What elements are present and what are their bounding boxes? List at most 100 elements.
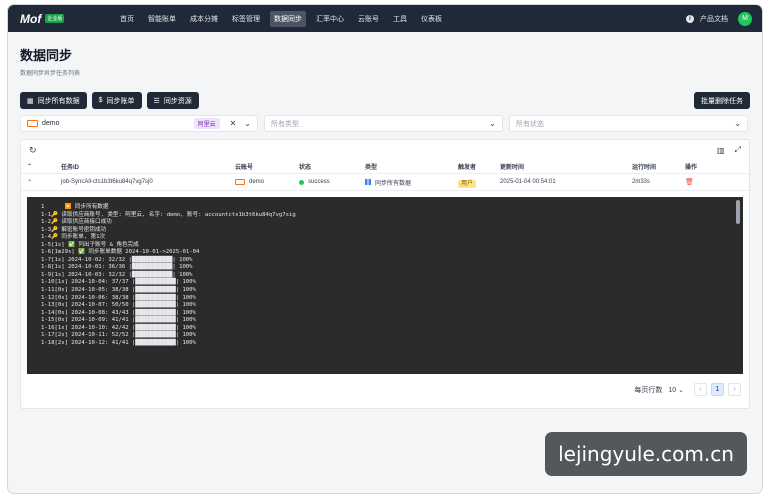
log-console[interactable]: 1 ▶️ 同步所有数据 1-1🔑 读取供应商账号, 类型: 阿里云, 名字: de… [27, 197, 743, 374]
nav-item-tools[interactable]: 工具 [389, 11, 411, 27]
row-type-text: 同步所有数据 [375, 180, 412, 187]
log-panel: 1 ▶️ 同步所有数据 1-1🔑 读取供应商账号, 类型: 阿里云, 名字: de… [21, 191, 749, 374]
header-cloud-account[interactable]: 云账号 [235, 162, 299, 171]
log-line: 1-10[1s] 2024-10-04: 37/37 |████████████… [41, 279, 196, 286]
row-status-text: success [308, 179, 330, 185]
table-toolbar: ↻ ▥ ⤢ [21, 140, 749, 160]
header-trigger[interactable]: 触发者 [458, 162, 500, 171]
nav-item-cloud-account[interactable]: 云账号 [354, 11, 383, 27]
action-toolbar: ▦ 同步所有数据 $ 同步账单 ☰ 同步资源 批量删除任务 [20, 92, 750, 109]
row-account-name: demo [249, 179, 265, 185]
chevron-down-icon: ⌄ [489, 119, 496, 128]
row-status: success [299, 179, 365, 185]
task-id: job-SyncAll-cts1b3t6ku84q7vg7sj0 [61, 179, 153, 185]
log-line: 1-3🔑 解密账号密钥成功 [41, 226, 107, 233]
page-title: 数据同步 [20, 48, 73, 63]
log-line: 1-13[0s] 2024-10-07: 50/50 |████████████… [41, 302, 196, 309]
info-icon[interactable]: i [686, 14, 694, 23]
site-watermark: lejingyule.com.cn [545, 432, 747, 476]
log-line: 1-12[0s] 2024-10-06: 38/38 |████████████… [41, 294, 196, 301]
trigger-badge: 用户 [458, 179, 477, 188]
header-status[interactable]: 状态 [299, 162, 365, 171]
sync-all-label: 同步所有数据 [37, 97, 80, 105]
grid-icon [365, 179, 371, 185]
logo-text: Mof [20, 11, 42, 26]
account-filter-value: demo [42, 120, 60, 127]
prev-page-button[interactable]: ‹ [694, 383, 707, 396]
task-table-card: ↻ ▥ ⤢ ⌃ 任务ID 云账号 状态 类型 触发者 更新时间 运行时间 操作 … [20, 139, 750, 409]
cloud-account-icon [235, 179, 245, 185]
log-line: 1-18[2s] 2024-10-12: 41/41 |████████████… [41, 339, 196, 346]
clear-icon[interactable]: ✕ [230, 119, 237, 128]
row-type: 同步所有数据 [365, 178, 458, 187]
cloud-account-icon [27, 120, 38, 127]
nav-item-smart-bill[interactable]: 智能账单 [144, 11, 180, 27]
header-task-id[interactable]: 任务ID [61, 162, 235, 171]
log-line: 1-6[1m29s] ✅ 同步账单数据 2024-10-01->2025-01-… [41, 249, 200, 256]
header-type[interactable]: 类型 [365, 162, 458, 171]
chevron-down-icon: ⌄ [678, 386, 684, 394]
type-filter[interactable]: 所有类型 ⌄ [264, 115, 503, 132]
header-actions: 操作 [685, 165, 698, 171]
table-header: ⌃ 任务ID 云账号 状态 类型 触发者 更新时间 运行时间 操作 [21, 160, 749, 174]
nav-item-exchange-rate[interactable]: 汇率中心 [312, 11, 348, 27]
row-trigger: 用户 [458, 178, 500, 188]
account-filter[interactable]: demo 阿里云 ✕ ⌄ [20, 115, 258, 132]
header-updated[interactable]: 更新时间 [500, 162, 632, 171]
columns-icon[interactable]: ▥ [717, 146, 725, 155]
status-filter[interactable]: 所有状态 ⌄ [509, 115, 748, 132]
nav-item-tag-management[interactable]: 标签管理 [228, 11, 264, 27]
header-duration[interactable]: 运行时间 [632, 162, 685, 171]
log-lines: 1 ▶️ 同步所有数据 1-1🔑 读取供应商账号, 类型: 阿里云, 名字: de… [41, 204, 743, 347]
nav-item-home[interactable]: 首页 [116, 11, 138, 27]
docs-link[interactable]: 产品文档 [700, 14, 728, 24]
expand-all-icon[interactable]: ⌃ [21, 163, 61, 170]
main-content: 数据同步 数据同步异步任务列表 ▦ 同步所有数据 $ 同步账单 ☰ 同步资源 批… [8, 45, 762, 409]
sync-resource-button[interactable]: ☰ 同步资源 [146, 92, 199, 109]
page-subtitle: 数据同步异步任务列表 [20, 71, 81, 77]
next-page-button[interactable]: › [728, 383, 741, 396]
nav-item-data-sync[interactable]: 数据同步 [270, 10, 306, 27]
top-nav: Mof 企业版 首页 智能账单 成本分摊 标签管理 数据同步 汇率中心 云账号 … [8, 5, 762, 32]
nav-right: i 产品文档 M [686, 11, 752, 26]
collapse-row-icon[interactable]: ⌃ [21, 179, 61, 186]
sync-bill-button[interactable]: $ 同步账单 [91, 92, 142, 109]
sync-all-button[interactable]: ▦ 同步所有数据 [20, 92, 87, 109]
nav-menu: 首页 智能账单 成本分摊 标签管理 数据同步 汇率中心 云账号 工具 仪表板 [116, 10, 686, 27]
log-line: 1 ▶️ 同步所有数据 [41, 204, 109, 210]
log-scrollbar[interactable] [736, 200, 740, 224]
nav-item-dashboard[interactable]: 仪表板 [417, 11, 446, 27]
grid-icon: ▦ [27, 97, 34, 105]
fullscreen-icon[interactable]: ⤢ [735, 145, 741, 155]
nav-item-cost-allocation[interactable]: 成本分摊 [186, 11, 222, 27]
sync-resource-label: 同步资源 [163, 97, 192, 105]
chevron-down-icon: ⌄ [734, 119, 741, 128]
trash-icon[interactable]: 🗑 [685, 179, 694, 186]
refresh-icon[interactable]: ↻ [29, 145, 37, 156]
pagination: 每页行数 10 ⌄ ‹ 1 › [21, 374, 749, 405]
log-line: 1-1🔑 读取供应商账号, 类型: 阿里云, 名字: demo, 账号: acc… [41, 211, 296, 218]
page-button-current[interactable]: 1 [711, 383, 724, 396]
log-line: 1-17[2s] 2024-10-11: 52/52 |████████████… [41, 332, 196, 339]
rows-per-page-value: 10 [668, 386, 677, 394]
table-row[interactable]: ⌃ job-SyncAll-cts1b3t6ku84q7vg7sj0 demo … [21, 174, 749, 191]
row-account: demo [235, 179, 299, 185]
log-line: 1-2🔑 读取供应商接口成功 [41, 219, 112, 226]
row-actions: 🗑 [685, 178, 725, 186]
row-updated: 2025-01-04 00:54:01 [500, 179, 556, 185]
row-duration: 2m33s [632, 179, 651, 185]
logo[interactable]: Mof 企业版 [20, 12, 116, 26]
filter-bar: demo 阿里云 ✕ ⌄ 所有类型 ⌄ 所有状态 ⌄ [20, 115, 750, 132]
log-line: 1-11[0s] 2024-10-05: 38/38 |████████████… [41, 287, 196, 294]
database-icon: ☰ [153, 97, 160, 105]
user-avatar[interactable]: M [738, 11, 752, 26]
log-line: 1-8[1s] 2024-10-01: 36/36 |████████████|… [41, 264, 193, 271]
rows-per-page-select[interactable]: 10 ⌄ [668, 386, 684, 394]
dollar-icon: $ [98, 97, 103, 104]
log-line: 1-15[0s] 2024-10-09: 41/41 |████████████… [41, 317, 196, 324]
batch-delete-button[interactable]: 批量删除任务 [694, 92, 750, 109]
status-filter-placeholder: 所有状态 [516, 120, 544, 128]
rows-per-page-label: 每页行数 [634, 386, 663, 394]
chevron-down-icon: ⌄ [244, 119, 251, 128]
sync-bill-label: 同步账单 [106, 97, 135, 105]
